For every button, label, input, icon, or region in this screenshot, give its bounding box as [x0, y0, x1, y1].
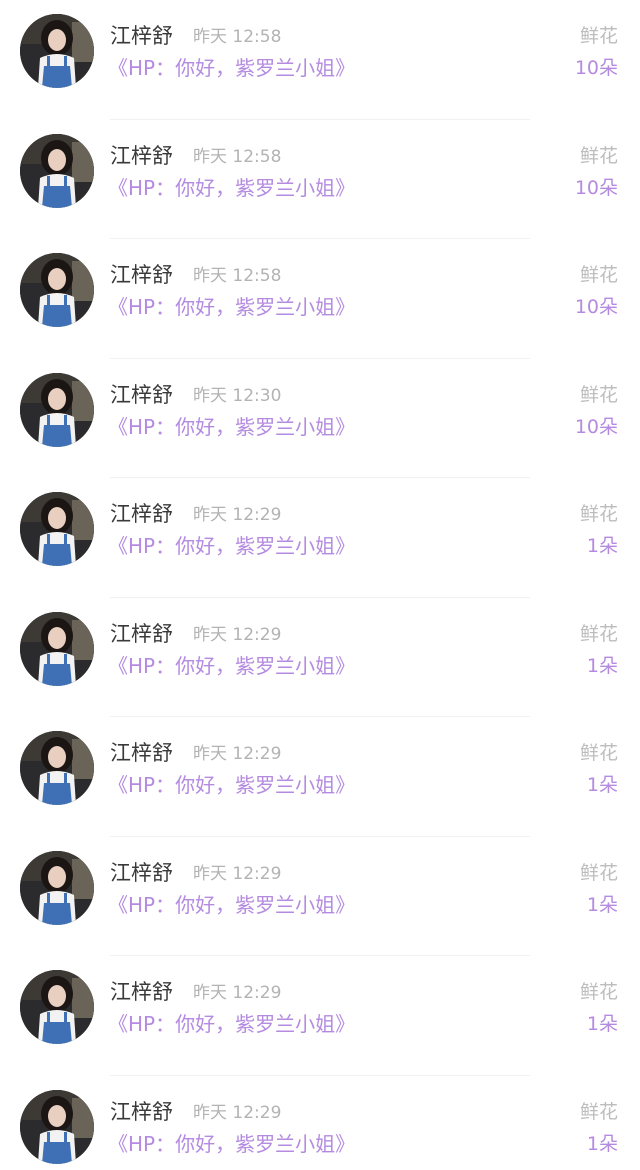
user-avatar-photo-icon	[20, 372, 94, 447]
user-name[interactable]: 江梓舒	[110, 620, 173, 648]
gift-type: 鲜花	[579, 1100, 618, 1123]
gift-type: 鲜花	[579, 383, 618, 406]
gift-time: 昨天 12:29	[193, 624, 282, 645]
user-avatar-photo-icon	[20, 850, 94, 925]
user-name[interactable]: 江梓舒	[110, 381, 173, 409]
gift-time: 昨天 12:29	[193, 1102, 282, 1123]
user-name[interactable]: 江梓舒	[110, 859, 173, 887]
gift-count: 1朵	[586, 893, 618, 916]
book-title[interactable]: 《HP：你好，紫罗兰小姐》	[108, 652, 355, 680]
book-title[interactable]: 《HP：你好，紫罗兰小姐》	[108, 771, 355, 799]
user-avatar-photo-icon	[20, 970, 94, 1044]
gift-count: 10朵	[574, 57, 618, 79]
user-avatar[interactable]	[20, 492, 94, 566]
gift-record-row[interactable]: 江梓舒 昨天 12:29 《HP：你好，紫罗兰小姐》 鲜花 1朵	[0, 478, 640, 598]
gift-time: 昨天 12:29	[193, 983, 282, 1003]
gift-time: 昨天 12:29	[193, 505, 282, 525]
gift-count: 1朵	[586, 774, 618, 796]
gift-count: 1朵	[586, 535, 618, 557]
gift-count: 1朵	[586, 654, 618, 677]
user-name[interactable]: 江梓舒	[110, 739, 173, 767]
gift-time: 昨天 12:58	[193, 266, 282, 286]
gift-type: 鲜花	[579, 742, 618, 764]
user-avatar[interactable]	[20, 850, 94, 925]
user-name[interactable]: 江梓舒	[110, 500, 173, 528]
gift-count: 1朵	[586, 1132, 618, 1155]
gift-time: 昨天 12:58	[193, 146, 282, 167]
user-avatar[interactable]	[20, 1089, 94, 1164]
gift-type: 鲜花	[579, 622, 618, 645]
user-avatar[interactable]	[20, 14, 94, 88]
book-title[interactable]: 《HP：你好，紫罗兰小姐》	[108, 174, 355, 202]
book-title[interactable]: 《HP：你好，紫罗兰小姐》	[108, 413, 355, 441]
book-title[interactable]: 《HP：你好，紫罗兰小姐》	[108, 1010, 355, 1038]
gift-time: 昨天 12:29	[193, 744, 282, 764]
user-avatar-photo-icon	[20, 133, 94, 208]
gift-count: 10朵	[574, 176, 618, 199]
gift-record-row[interactable]: 江梓舒 昨天 12:29 《HP：你好，紫罗兰小姐》 鲜花 1朵	[0, 956, 640, 1076]
gift-time: 昨天 12:30	[193, 385, 282, 406]
user-avatar[interactable]	[20, 970, 94, 1044]
user-name[interactable]: 江梓舒	[110, 142, 173, 170]
user-avatar-photo-icon	[20, 731, 94, 805]
user-avatar-photo-icon	[20, 1089, 94, 1164]
book-title[interactable]: 《HP：你好，紫罗兰小姐》	[108, 532, 355, 560]
gift-record-row[interactable]: 江梓舒 昨天 12:58 《HP：你好，紫罗兰小姐》 鲜花 10朵	[0, 120, 640, 239]
book-title[interactable]: 《HP：你好，紫罗兰小姐》	[108, 54, 355, 82]
gift-type: 鲜花	[579, 144, 618, 167]
gift-record-row[interactable]: 江梓舒 昨天 12:58 《HP：你好，紫罗兰小姐》 鲜花 10朵	[0, 0, 640, 120]
book-title[interactable]: 《HP：你好，紫罗兰小姐》	[108, 891, 355, 919]
user-name[interactable]: 江梓舒	[110, 1098, 173, 1126]
gift-record-row[interactable]: 江梓舒 昨天 12:29 《HP：你好，紫罗兰小姐》 鲜花 1朵	[0, 598, 640, 717]
gift-count: 10朵	[574, 296, 618, 318]
user-name[interactable]: 江梓舒	[110, 22, 173, 50]
user-avatar[interactable]	[20, 133, 94, 208]
user-avatar-photo-icon	[20, 611, 94, 686]
book-title[interactable]: 《HP：你好，紫罗兰小姐》	[108, 293, 355, 321]
gift-count: 10朵	[574, 415, 618, 438]
gift-count: 1朵	[586, 1013, 618, 1035]
gift-type: 鲜花	[579, 981, 618, 1003]
user-avatar[interactable]	[20, 372, 94, 447]
gift-type: 鲜花	[579, 861, 618, 884]
gift-time: 昨天 12:58	[193, 27, 282, 47]
gift-type: 鲜花	[579, 264, 618, 286]
book-title[interactable]: 《HP：你好，紫罗兰小姐》	[108, 1130, 355, 1158]
user-avatar-photo-icon	[20, 492, 94, 566]
gift-record-row[interactable]: 江梓舒 昨天 12:29 《HP：你好，紫罗兰小姐》 鲜花 1朵	[0, 1076, 640, 1170]
user-avatar-photo-icon	[20, 253, 94, 327]
gift-record-row[interactable]: 江梓舒 昨天 12:29 《HP：你好，紫罗兰小姐》 鲜花 1朵	[0, 717, 640, 837]
user-avatar[interactable]	[20, 611, 94, 686]
gift-type: 鲜花	[579, 25, 618, 47]
gift-type: 鲜花	[579, 503, 618, 525]
gift-record-row[interactable]: 江梓舒 昨天 12:29 《HP：你好，紫罗兰小姐》 鲜花 1朵	[0, 837, 640, 956]
user-avatar[interactable]	[20, 731, 94, 805]
gift-record-list: 江梓舒 昨天 12:58 《HP：你好，紫罗兰小姐》 鲜花 10朵 江梓舒 昨天…	[0, 0, 640, 1170]
user-name[interactable]: 江梓舒	[110, 261, 173, 289]
user-name[interactable]: 江梓舒	[110, 978, 173, 1006]
user-avatar-photo-icon	[20, 14, 94, 88]
gift-time: 昨天 12:29	[193, 863, 282, 884]
user-avatar[interactable]	[20, 253, 94, 327]
gift-record-row[interactable]: 江梓舒 昨天 12:58 《HP：你好，紫罗兰小姐》 鲜花 10朵	[0, 239, 640, 359]
gift-record-row[interactable]: 江梓舒 昨天 12:30 《HP：你好，紫罗兰小姐》 鲜花 10朵	[0, 359, 640, 478]
